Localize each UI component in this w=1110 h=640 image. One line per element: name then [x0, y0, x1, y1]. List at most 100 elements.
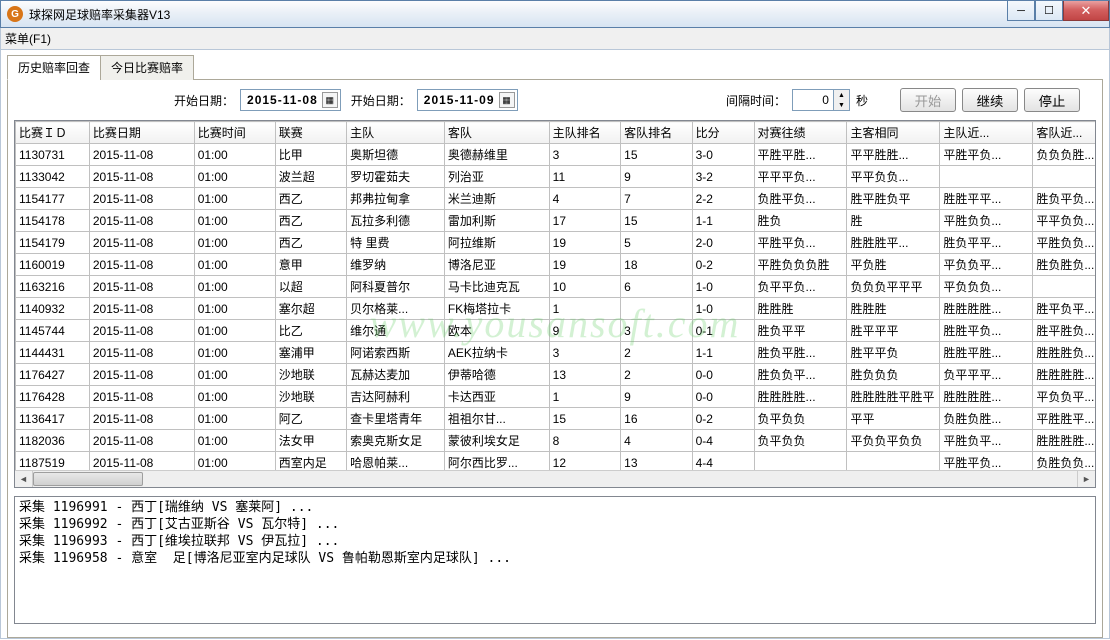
cell: 平平负负... [847, 166, 940, 188]
table-row[interactable]: 11307312015-11-0801:00比甲奥斯坦德奥德赫维里3153-0平… [16, 144, 1096, 166]
column-header[interactable]: 客队 [444, 122, 549, 144]
cell: 1176428 [16, 386, 90, 408]
table-row[interactable]: 11541772015-11-0801:00西乙邦弗拉甸拿米兰迪斯472-2负胜… [16, 188, 1096, 210]
interval-spinner[interactable]: ▲ ▼ [792, 89, 850, 111]
cell: 索奥克斯女足 [347, 430, 445, 452]
table-row[interactable]: 11600192015-11-0801:00意甲维罗纳博洛尼亚19180-2平胜… [16, 254, 1096, 276]
column-header[interactable]: 客队排名 [621, 122, 692, 144]
spinner-down-icon[interactable]: ▼ [834, 100, 849, 110]
cell: 15 [621, 144, 692, 166]
column-header[interactable]: 比赛时间 [194, 122, 275, 144]
cell: 平平胜胜... [847, 144, 940, 166]
cell: 2015-11-08 [89, 452, 194, 472]
log-output[interactable]: 采集 1196991 - 西丁[瑞维纳 VS 塞莱阿] ... 采集 11969… [14, 496, 1096, 624]
minimize-button[interactable]: ─ [1007, 1, 1035, 21]
cell: 12 [549, 452, 620, 472]
cell: 列治亚 [444, 166, 549, 188]
cell: 18 [621, 254, 692, 276]
table-row[interactable]: 11409322015-11-0801:00塞尔超贝尔格莱...FK梅塔拉卡11… [16, 298, 1096, 320]
scroll-thumb[interactable] [33, 472, 143, 486]
start-button[interactable]: 开始 [900, 88, 956, 112]
cell: 5 [621, 232, 692, 254]
scroll-left-icon[interactable]: ◄ [15, 471, 32, 488]
table-row[interactable]: 11330422015-11-0801:00波兰超罗切霍茹夫列治亚1193-2平… [16, 166, 1096, 188]
cell: 平负负平负负 [847, 430, 940, 452]
cell: 胜负平平 [754, 320, 847, 342]
cell: 胜胜胜 [847, 298, 940, 320]
cell [847, 452, 940, 472]
cell: 平负负平... [940, 254, 1033, 276]
cell: 胜平平负 [847, 342, 940, 364]
cell: 2015-11-08 [89, 166, 194, 188]
cell: 7 [621, 188, 692, 210]
start-date-input[interactable]: 2015-11-08 ▦ [240, 89, 341, 111]
menu-item[interactable]: 菜单(F1) [5, 30, 51, 47]
cell: 欧本 [444, 320, 549, 342]
spinner-up-icon[interactable]: ▲ [834, 90, 849, 100]
tab-history[interactable]: 历史赔率回查 [7, 55, 101, 80]
cell: 比甲 [275, 144, 346, 166]
column-header[interactable]: 客队近... [1033, 122, 1095, 144]
stop-button[interactable]: 停止 [1024, 88, 1080, 112]
table-row[interactable]: 11457442015-11-0801:00比乙维尔通欧本930-1胜负平平胜平… [16, 320, 1096, 342]
table-row[interactable]: 11541792015-11-0801:00西乙特 里费阿拉维斯1952-0平胜… [16, 232, 1096, 254]
cell: 01:00 [194, 144, 275, 166]
cell: 4 [549, 188, 620, 210]
cell [754, 452, 847, 472]
cell: 3 [549, 342, 620, 364]
cell: 8 [549, 430, 620, 452]
cell: 雷加利斯 [444, 210, 549, 232]
column-header[interactable]: 主队近... [940, 122, 1033, 144]
cell: 4-4 [692, 452, 754, 472]
column-header[interactable]: 主客相同 [847, 122, 940, 144]
maximize-button[interactable]: ☐ [1035, 1, 1063, 21]
cell: 罗切霍茹夫 [347, 166, 445, 188]
column-header[interactable]: 比赛日期 [89, 122, 194, 144]
cell: 胜负平胜... [754, 342, 847, 364]
cell: 平负负负... [940, 276, 1033, 298]
column-header[interactable]: 联赛 [275, 122, 346, 144]
cell: 蒙彼利埃女足 [444, 430, 549, 452]
cell: 2015-11-08 [89, 232, 194, 254]
cell: 西乙 [275, 210, 346, 232]
tab-panel: 开始日期： 2015-11-08 ▦ 开始日期： 2015-11-09 ▦ 间隔… [7, 80, 1103, 638]
column-header[interactable]: 比赛ＩＤ [16, 122, 90, 144]
table-row[interactable]: 11632162015-11-0801:00以超阿科夏普尔马卡比迪克瓦1061-… [16, 276, 1096, 298]
table-row[interactable]: 11764282015-11-0801:00沙地联吉达阿赫利卡达西亚190-0胜… [16, 386, 1096, 408]
cell: 1-1 [692, 210, 754, 232]
cell: 0-2 [692, 408, 754, 430]
calendar-icon[interactable]: ▦ [322, 92, 338, 108]
cell: 2015-11-08 [89, 210, 194, 232]
cell: 负平平负... [754, 276, 847, 298]
interval-input[interactable] [793, 90, 833, 110]
column-header[interactable]: 主队排名 [549, 122, 620, 144]
table-row[interactable]: 11444312015-11-0801:00塞浦甲阿诺索西斯AEK拉纳卡321-… [16, 342, 1096, 364]
continue-button[interactable]: 继续 [962, 88, 1018, 112]
cell: 阿科夏普尔 [347, 276, 445, 298]
cell: 9 [549, 320, 620, 342]
close-button[interactable]: ✕ [1063, 1, 1109, 21]
cell: 贝尔格莱... [347, 298, 445, 320]
table-row[interactable]: 11820362015-11-0801:00法女甲索奥克斯女足蒙彼利埃女足840… [16, 430, 1096, 452]
toolbar: 开始日期： 2015-11-08 ▦ 开始日期： 2015-11-09 ▦ 间隔… [14, 86, 1096, 120]
horizontal-scrollbar[interactable]: ◄ ► [15, 470, 1095, 487]
cell: 吉达阿赫利 [347, 386, 445, 408]
cell: 塞浦甲 [275, 342, 346, 364]
scroll-right-icon[interactable]: ► [1078, 471, 1095, 488]
table-row[interactable]: 11364172015-11-0801:00阿乙查卡里塔青年祖祖尔甘...151… [16, 408, 1096, 430]
calendar-icon[interactable]: ▦ [499, 92, 515, 108]
tab-today[interactable]: 今日比赛赔率 [100, 55, 194, 80]
cell: 01:00 [194, 430, 275, 452]
cell: 平胜平负... [940, 144, 1033, 166]
table-row[interactable]: 11764272015-11-0801:00沙地联瓦赫达麦加伊蒂哈德1320-0… [16, 364, 1096, 386]
cell: 2015-11-08 [89, 188, 194, 210]
cell: 瓦赫达麦加 [347, 364, 445, 386]
cell: 维尔通 [347, 320, 445, 342]
cell: 奥斯坦德 [347, 144, 445, 166]
column-header[interactable]: 对赛往绩 [754, 122, 847, 144]
end-date-input[interactable]: 2015-11-09 ▦ [417, 89, 518, 111]
column-header[interactable]: 比分 [692, 122, 754, 144]
table-row[interactable]: 11875192015-11-0801:00西室内足哈恩帕莱...阿尔西比罗..… [16, 452, 1096, 472]
column-header[interactable]: 主队 [347, 122, 445, 144]
table-row[interactable]: 11541782015-11-0801:00西乙瓦拉多利德雷加利斯17151-1… [16, 210, 1096, 232]
